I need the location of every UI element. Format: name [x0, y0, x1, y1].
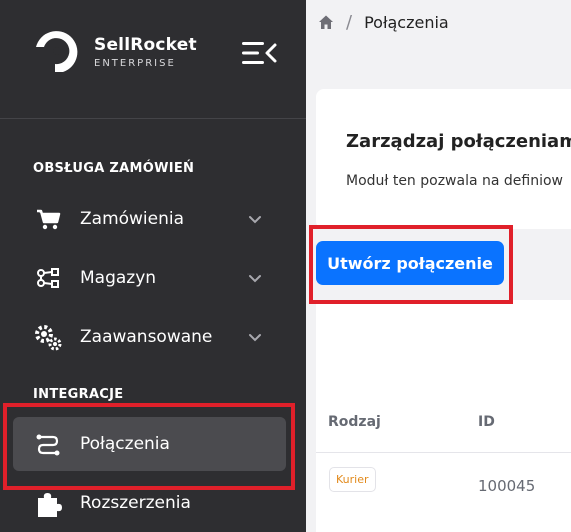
sidebar-item-warehouse[interactable]: Magazyn	[13, 251, 286, 305]
section-label-orders: OBSŁUGA ZAMÓWIEŃ	[33, 161, 195, 176]
sidebar: SellRocket ENTERPRISE OBSŁUGA ZAMÓWIEŃ Z…	[0, 0, 306, 532]
section-label-integrations: INTEGRACJE	[33, 387, 124, 402]
sidebar-item-extensions[interactable]: Rozszerzenia	[13, 476, 286, 530]
sellrocket-logo-icon	[36, 31, 78, 72]
sidebar-item-connections[interactable]: Połączenia	[13, 417, 286, 471]
brand-subtitle: ENTERPRISE	[94, 58, 176, 69]
breadcrumb: / Połączenia	[306, 0, 571, 44]
chevron-down-icon	[249, 334, 261, 342]
puzzle-icon	[38, 493, 62, 517]
home-icon[interactable]	[318, 14, 334, 30]
collapse-sidebar-icon[interactable]	[240, 38, 278, 68]
connections-icon	[36, 434, 60, 456]
chevron-down-icon	[249, 275, 261, 283]
sidebar-divider	[0, 118, 306, 119]
connections-table: Rodzaj ID Kurier 100045	[316, 300, 571, 532]
brand[interactable]: SellRocket ENTERPRISE	[32, 28, 197, 78]
info-card: Zarządzaj połączeniam Moduł ten pozwala …	[316, 89, 571, 229]
app-window: SellRocket ENTERPRISE OBSŁUGA ZAMÓWIEŃ Z…	[0, 0, 571, 532]
row-id: 100045	[478, 477, 536, 495]
column-header-id[interactable]: ID	[478, 414, 495, 430]
page-title: Zarządzaj połączeniam	[346, 131, 571, 152]
sidebar-item-label: Rozszerzenia	[80, 493, 191, 513]
table-row-divider	[316, 452, 571, 453]
cart-icon	[37, 209, 61, 230]
sidebar-item-orders[interactable]: Zamówienia	[13, 192, 286, 246]
column-header-type[interactable]: Rodzaj	[328, 414, 381, 430]
breadcrumb-current: Połączenia	[364, 12, 449, 32]
sidebar-item-label: Zamówienia	[80, 209, 185, 229]
page-description: Moduł ten pozwala na definiow	[346, 173, 564, 189]
brand-name: SellRocket	[94, 35, 197, 55]
sidebar-item-advanced[interactable]: Zaawansowane	[13, 310, 286, 364]
sidebar-item-label: Połączenia	[80, 434, 170, 454]
breadcrumb-separator: /	[346, 11, 353, 33]
type-badge: Kurier	[329, 467, 376, 492]
warehouse-icon	[37, 268, 59, 288]
sidebar-item-label: Magazyn	[80, 268, 157, 288]
create-connection-button[interactable]: Utwórz połączenie	[316, 241, 504, 285]
chevron-down-icon	[249, 216, 261, 224]
gears-icon	[35, 325, 62, 351]
sidebar-item-label: Zaawansowane	[80, 327, 213, 347]
